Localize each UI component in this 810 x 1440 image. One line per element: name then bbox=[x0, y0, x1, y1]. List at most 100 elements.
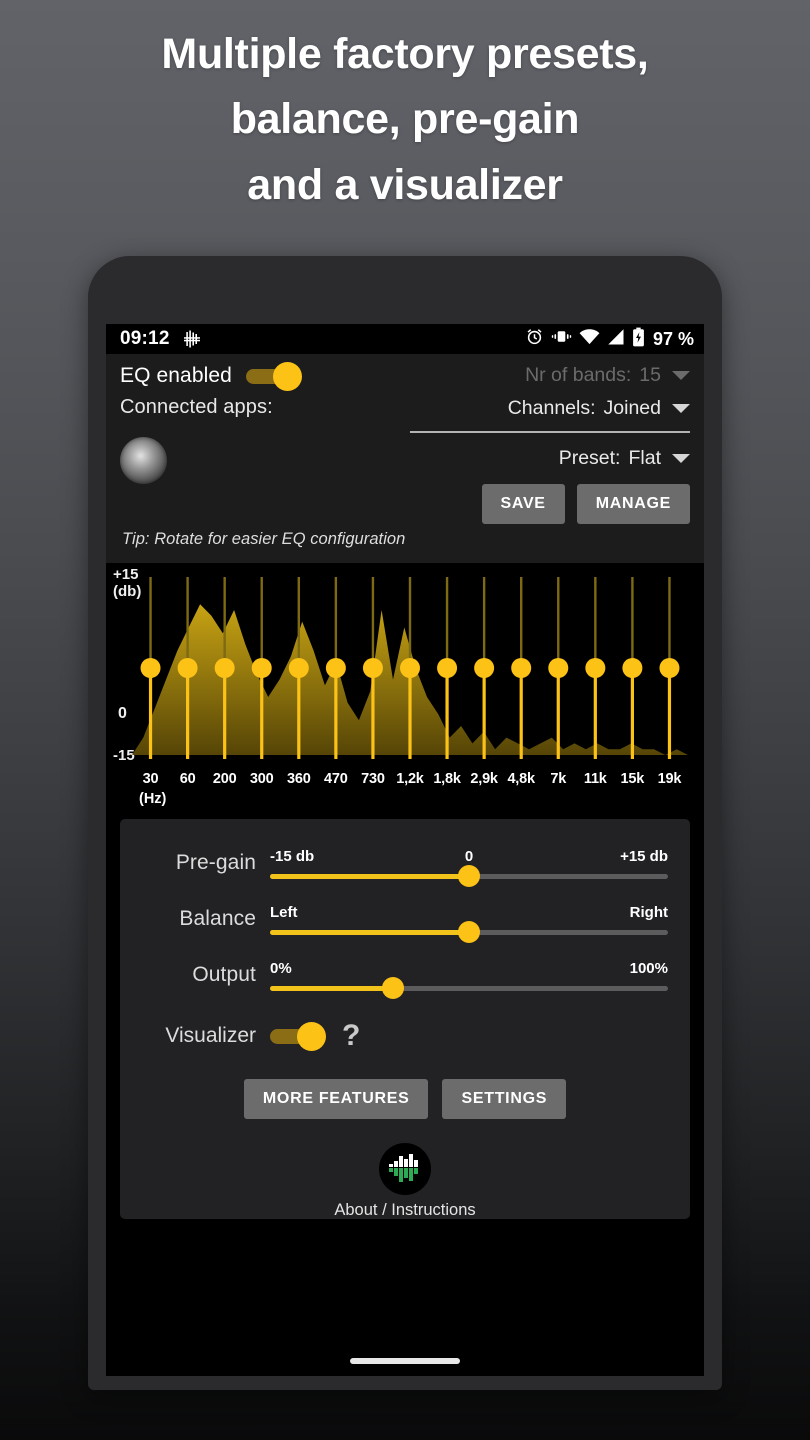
eq-frequency-label: 1,2k bbox=[396, 771, 424, 787]
eq-band-handle-2,9k[interactable] bbox=[474, 658, 495, 678]
toggle-knob bbox=[272, 362, 302, 391]
eq-frequency-label: 7k bbox=[550, 771, 567, 787]
eq-frequency-label: 1,8k bbox=[433, 771, 461, 787]
preset-dropdown[interactable]: Preset: Flat bbox=[410, 447, 690, 470]
settings-card: Pre-gain -15 db 0 +15 db Balance Left Right Out… bbox=[120, 819, 690, 1219]
slider-max-label: +15 db bbox=[620, 848, 668, 865]
chevron-down-icon bbox=[672, 454, 690, 463]
slider-body: Left Right bbox=[270, 901, 668, 943]
eq-frequency-label: 11k bbox=[583, 771, 607, 787]
eq-frequency-label: 360 bbox=[286, 771, 311, 787]
manage-button[interactable]: MANAGE bbox=[576, 484, 690, 524]
eq-enabled-toggle[interactable] bbox=[245, 362, 302, 391]
chevron-down-icon bbox=[672, 371, 690, 380]
eq-frequency-label: 60 bbox=[179, 771, 196, 787]
slider-row-pre-gain: Pre-gain -15 db 0 +15 db bbox=[120, 845, 690, 887]
eq-graph[interactable]: +15 (db) 0 -15 bbox=[106, 563, 704, 767]
promo-line-1: Multiple factory presets, bbox=[161, 30, 649, 78]
more-features-button[interactable]: MORE FEATURES bbox=[243, 1079, 429, 1119]
eq-band-handle-730[interactable] bbox=[362, 658, 383, 678]
slider-track[interactable] bbox=[270, 921, 668, 943]
eq-band-handle-19k[interactable] bbox=[659, 658, 680, 678]
slider-mid-label: 0 bbox=[464, 848, 474, 865]
about-instructions[interactable]: About / Instructions bbox=[120, 1143, 690, 1220]
promo-heading: Multiple factory presets, balance, pre-g… bbox=[0, 22, 810, 218]
promo-line-2: balance, pre-gain bbox=[230, 95, 580, 144]
controls-header: EQ enabled Connected apps: Tip: Rotate f… bbox=[106, 354, 704, 563]
nr-of-bands-label: Nr of bands: bbox=[525, 364, 632, 386]
vibrate-icon bbox=[551, 327, 572, 351]
save-button[interactable]: SAVE bbox=[481, 484, 565, 524]
eq-frequency-label: 300 bbox=[249, 771, 274, 787]
eq-band-handle-30[interactable] bbox=[140, 658, 161, 678]
toggle-knob bbox=[297, 1022, 326, 1051]
battery-charging-icon bbox=[632, 327, 645, 352]
nav-home-pill[interactable] bbox=[350, 1358, 460, 1364]
channels-dropdown[interactable]: Channels: Joined bbox=[410, 397, 690, 420]
slider-track[interactable] bbox=[270, 865, 668, 887]
eq-band-handle-11k[interactable] bbox=[585, 658, 606, 678]
wifi-icon bbox=[579, 328, 600, 351]
divider bbox=[410, 431, 690, 433]
nr-of-bands-dropdown[interactable]: Nr of bands: 15 bbox=[410, 364, 690, 387]
promo-line-3: and a visualizer bbox=[247, 160, 563, 209]
eq-band-handle-200[interactable] bbox=[214, 658, 235, 678]
status-time: 09:12 bbox=[120, 328, 170, 349]
visualizer-label: Visualizer bbox=[165, 1024, 256, 1047]
slider-label: Output bbox=[192, 963, 256, 986]
eq-band-handle-4,8k[interactable] bbox=[511, 658, 532, 678]
slider-body: -15 db 0 +15 db bbox=[270, 845, 668, 887]
equalizer-logo-icon bbox=[379, 1143, 431, 1195]
rotate-tip: Tip: Rotate for easier EQ configuration bbox=[122, 530, 406, 548]
eq-frequency-label: 200 bbox=[212, 771, 237, 787]
eq-hz-unit: (Hz) bbox=[139, 791, 167, 807]
eq-axis-zero: 0 bbox=[118, 705, 127, 722]
slider-body: 0% 100% bbox=[270, 957, 668, 999]
slider-fill bbox=[270, 874, 469, 879]
card-button-row: MORE FEATURES SETTINGS bbox=[120, 1079, 690, 1119]
channels-label: Channels: bbox=[507, 397, 596, 419]
slider-fill bbox=[270, 930, 469, 935]
visualizer-toggle[interactable] bbox=[270, 1022, 326, 1051]
eq-band-handle-1,2k[interactable] bbox=[400, 658, 420, 678]
connected-app-icon[interactable] bbox=[120, 437, 167, 484]
slider-row-balance: Balance Left Right bbox=[120, 901, 690, 943]
slider-ticks: 0% 100% bbox=[270, 960, 668, 980]
eq-frequency-label: 19k bbox=[657, 771, 682, 787]
eq-band-handle-7k[interactable] bbox=[548, 658, 569, 678]
visualizer-row: Visualizer ? bbox=[120, 1013, 690, 1053]
header-right-column: Nr of bands: 15 Channels: Joined Preset:… bbox=[410, 364, 690, 524]
slider-label: Pre-gain bbox=[175, 851, 256, 874]
slider-label: Balance bbox=[179, 907, 256, 930]
about-label[interactable]: About / Instructions bbox=[120, 1201, 690, 1220]
slider-thumb[interactable] bbox=[458, 921, 480, 943]
eq-frequency-label: 15k bbox=[620, 771, 645, 787]
eq-frequency-label: 4,8k bbox=[507, 771, 535, 787]
slider-thumb[interactable] bbox=[382, 977, 405, 999]
slider-min-label: 0% bbox=[270, 960, 292, 977]
phone-frame: 09:12 97 % EQ enabled Connected apps: Ti… bbox=[88, 256, 722, 1390]
slider-thumb[interactable] bbox=[458, 865, 480, 887]
slider-list: Pre-gain -15 db 0 +15 db Balance Left Right Out… bbox=[120, 845, 690, 999]
status-bar: 09:12 97 % bbox=[106, 324, 704, 354]
eq-frequency-labels: (Hz) 30 60 200 300 360 470 730 1,2k 1,8k 2,9k 4,8k… bbox=[106, 767, 704, 813]
phone-bezel-top bbox=[88, 256, 722, 326]
status-icons: 97 % bbox=[525, 327, 694, 352]
eq-band-handle-300[interactable] bbox=[251, 658, 272, 678]
eq-frequency-label: 2,9k bbox=[470, 771, 498, 787]
settings-button[interactable]: SETTINGS bbox=[442, 1079, 567, 1119]
eq-curve-canvas[interactable] bbox=[132, 563, 688, 767]
slider-min-label: -15 db bbox=[270, 848, 315, 865]
preset-label: Preset: bbox=[558, 447, 621, 469]
slider-track[interactable] bbox=[270, 977, 668, 999]
eq-enabled-label: EQ enabled bbox=[120, 364, 232, 387]
eq-frequency-label: 470 bbox=[324, 771, 348, 787]
help-icon[interactable]: ? bbox=[342, 1019, 360, 1053]
eq-band-handle-1,8k[interactable] bbox=[437, 658, 458, 678]
eq-band-handle-15k[interactable] bbox=[622, 658, 643, 678]
preset-button-row: SAVE MANAGE bbox=[410, 484, 690, 524]
slider-max-label: Right bbox=[629, 904, 668, 921]
eq-band-handle-60[interactable] bbox=[177, 658, 198, 678]
eq-band-handle-470[interactable] bbox=[325, 658, 346, 678]
eq-band-handle-360[interactable] bbox=[288, 658, 309, 678]
